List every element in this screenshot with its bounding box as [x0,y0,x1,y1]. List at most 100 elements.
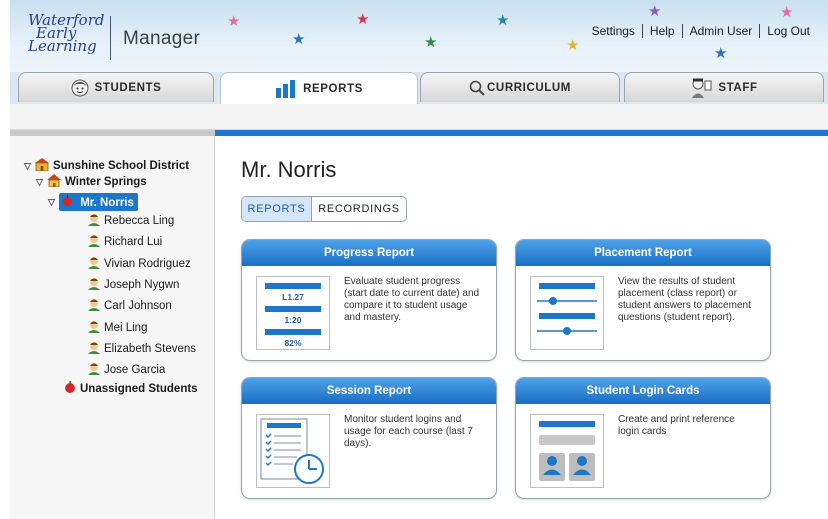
bar-chart-icon [275,79,297,98]
tab-reports[interactable]: REPORTS [220,72,418,104]
settings-link[interactable]: Settings [592,24,635,38]
placement-report-card[interactable]: Placement Report View the results of stu… [515,239,771,361]
app-header: Waterford Early Learning Manager ★ ★ ★ ★… [10,0,828,72]
help-link[interactable]: Help [650,24,675,38]
thumb-value: 1:20 [284,315,302,325]
tree-student[interactable]: Jose Garcia [88,362,165,378]
star-icon: ★ [566,37,580,54]
recordings-toggle-button[interactable]: RECORDINGS [312,197,406,221]
student-label: Joseph Nygwn [104,279,180,291]
login-cards-thumbnail [530,414,604,488]
apple-icon [64,381,76,396]
tree-student[interactable]: Joseph Nygwn [88,277,179,293]
tree-student[interactable]: Rebecca Ling [88,213,174,229]
staff-icon [690,78,712,98]
card-title: Progress Report [242,240,496,266]
logout-link[interactable]: Log Out [767,24,810,38]
tree-district[interactable]: ▽ Sunshine School District [24,158,189,174]
student-label: Carl Johnson [104,300,172,312]
star-icon: ★ [292,31,306,48]
student-label: Mei Ling [104,322,148,334]
teacher-label: Mr. Norris [80,197,134,209]
placement-report-thumbnail [530,276,604,350]
student-face-icon [71,79,89,97]
selected-teacher[interactable]: Mr. Norris [59,193,138,211]
student-icon [88,362,100,378]
student-icon [88,341,100,357]
star-icon: ★ [496,12,510,29]
star-icon: ★ [780,4,794,21]
card-title: Session Report [242,378,496,404]
admin-user-link[interactable]: Admin User [690,24,753,38]
progress-report-card[interactable]: Progress Report L1.27 1:20 82% Evaluate … [241,239,497,361]
toolbar-strip [10,104,828,130]
apple-icon [62,195,73,209]
card-description: Create and print reference login cards [618,414,735,437]
card-title: Placement Report [516,240,770,266]
card-description: View the results of student placement (c… [618,276,751,323]
tree-student[interactable]: Mei Ling [88,320,147,336]
tab-staff[interactable]: STAFF [624,72,824,102]
thumb-value: 82% [284,338,302,348]
student-label: Elizabeth Stevens [104,343,197,355]
expand-triangle-icon[interactable]: ▽ [36,177,44,188]
tree-student[interactable]: Richard Lui [88,234,162,250]
star-icon: ★ [648,3,662,20]
tab-reports-label: REPORTS [303,82,363,95]
slider-graphic-icon [537,283,597,335]
checklist-clock-icon [260,418,324,484]
reports-toggle-button[interactable]: REPORTS [242,197,312,221]
student-login-cards-card[interactable]: Student Login Cards Create and print ref… [515,377,771,499]
star-icon: ★ [356,11,370,28]
waterford-logo[interactable]: Waterford Early Learning [28,13,106,64]
student-label: Vivian Rodriguez [104,258,191,270]
student-label: Rebecca Ling [104,215,175,227]
tree-student[interactable]: Vivian Rodriguez [88,256,191,272]
student-label: Jose Garcia [104,364,166,376]
card-description: Monitor student logins and usage for eac… [344,414,473,449]
tab-curriculum[interactable]: CURRICULUM [420,72,620,102]
logo-line-3: Learning [28,37,97,55]
tab-staff-label: STAFF [718,81,758,94]
star-icon: ★ [424,34,438,51]
thumb-value: L1.27 [282,292,304,302]
tab-curriculum-label: CURRICULUM [487,81,571,94]
student-label: Richard Lui [104,236,163,248]
card-title: Student Login Cards [516,378,770,404]
student-icon [88,256,100,272]
tree-unassigned[interactable]: Unassigned Students [64,381,198,396]
tree-student[interactable]: Elizabeth Stevens [88,341,196,357]
link-separator [759,24,761,38]
tab-students[interactable]: STUDENTS [18,72,214,102]
tree-teacher[interactable]: ▽ Mr. Norris [48,193,138,211]
link-separator [641,24,643,38]
school-building-icon [35,158,49,174]
tree-student[interactable]: Carl Johnson [88,298,172,314]
magnifier-icon [469,80,485,96]
view-toggle: REPORTS RECORDINGS [241,196,407,222]
tab-students-label: STUDENTS [94,81,162,94]
card-description: Evaluate student progress (start date to… [344,276,480,323]
content-top-rule [215,130,828,136]
school-label: Winter Springs [65,176,147,188]
session-report-thumbnail [256,414,330,488]
district-label: Sunshine School District [53,160,190,172]
progress-report-thumbnail: L1.27 1:20 82% [256,276,330,350]
app-title: Manager [123,28,201,49]
star-icon: ★ [227,13,241,30]
student-icon [88,320,100,336]
student-icon [88,298,100,314]
expand-triangle-icon[interactable]: ▽ [24,161,32,172]
star-icon: ★ [714,45,728,62]
session-report-card[interactable]: Session Report Monitor student logins an… [241,377,497,499]
student-icon [88,213,100,229]
student-icon [88,277,100,293]
house-icon [47,174,61,190]
student-icon [88,234,100,250]
tree-school[interactable]: ▽ Winter Springs [36,174,147,190]
unassigned-label: Unassigned Students [80,382,198,395]
login-card-icon [539,421,595,481]
logo-divider [110,16,111,60]
page-title: Mr. Norris [241,157,337,182]
expand-triangle-icon[interactable]: ▽ [48,197,56,208]
